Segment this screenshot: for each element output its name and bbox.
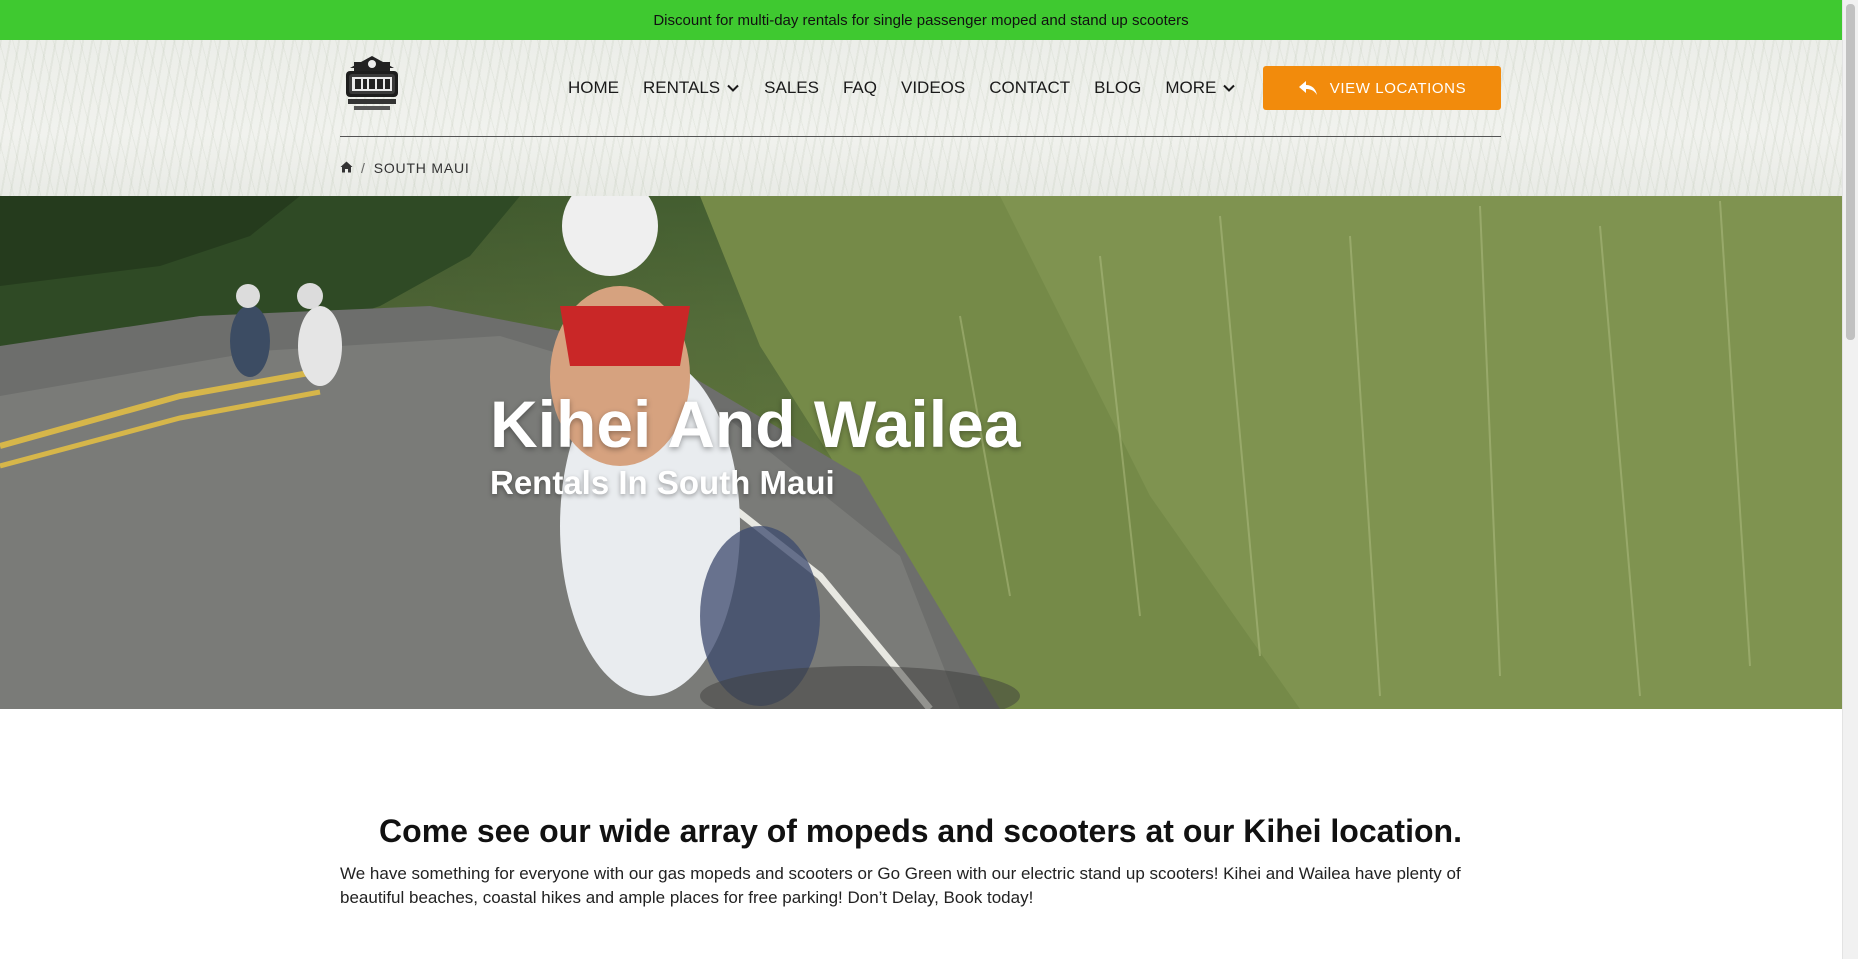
page-scrollbar[interactable] [1842,0,1858,959]
breadcrumb-separator: / [361,160,366,176]
page: Discount for multi-day rentals for singl… [0,0,1858,959]
nav-home-label: HOME [568,78,619,97]
nav-home[interactable]: HOME [568,78,619,98]
promo-bar: Discount for multi-day rentals for singl… [0,0,1842,40]
section-body: We have something for everyone with our … [340,864,1461,907]
nav-videos[interactable]: VIDEOS [901,78,965,98]
808-rides-logo-icon [346,56,398,110]
reply-arrow-icon [1298,81,1317,95]
nav-videos-label: VIDEOS [900,78,966,97]
nav-blog-label: BLOG [1094,78,1142,97]
nav-contact[interactable]: CONTACT [989,78,1070,98]
nav-faq[interactable]: FAQ [843,78,877,98]
nav-rentals[interactable]: RENTALS [643,78,740,98]
breadcrumb-current: SOUTH MAUI [373,160,470,176]
nav-blog[interactable]: BLOG [1094,78,1141,98]
nav-contact-label: CONTACT [989,78,1071,97]
view-locations-label: VIEW LOCATIONS [1329,79,1467,97]
breadcrumb: / SOUTH MAUI [340,160,470,176]
breadcrumb-home[interactable] [340,160,353,176]
chevron-down-icon [1223,84,1236,92]
promo-text: Discount for multi-day rentals for singl… [653,11,1189,29]
nav-more[interactable]: MORE [1165,78,1236,98]
nav-rentals-label: RENTALS [643,78,721,97]
scrollbar-thumb[interactable] [1846,4,1855,340]
site-header [0,40,1842,196]
nav-more-label: MORE [1165,78,1217,97]
nav-sales[interactable]: SALES [764,78,819,98]
hero-subtitle: Rentals In South Maui [490,464,835,501]
nav-faq-label: FAQ [842,78,877,97]
view-locations-button[interactable]: VIEW LOCATIONS [1263,66,1501,110]
hero-banner: Kihei And Wailea Rentals In South Maui [0,196,1842,709]
chevron-down-icon [727,84,739,92]
main-nav: HOME RENTALS SALES FAQ VIDEOS CONTACT BL… [568,74,1260,102]
section-heading: Come see our wide array of mopeds and sc… [379,812,1462,849]
home-icon [340,161,353,173]
nav-sales-label: SALES [764,78,819,97]
hero-title: Kihei And Wailea [490,387,1021,461]
header-divider [340,136,1501,137]
site-logo[interactable] [340,54,404,114]
